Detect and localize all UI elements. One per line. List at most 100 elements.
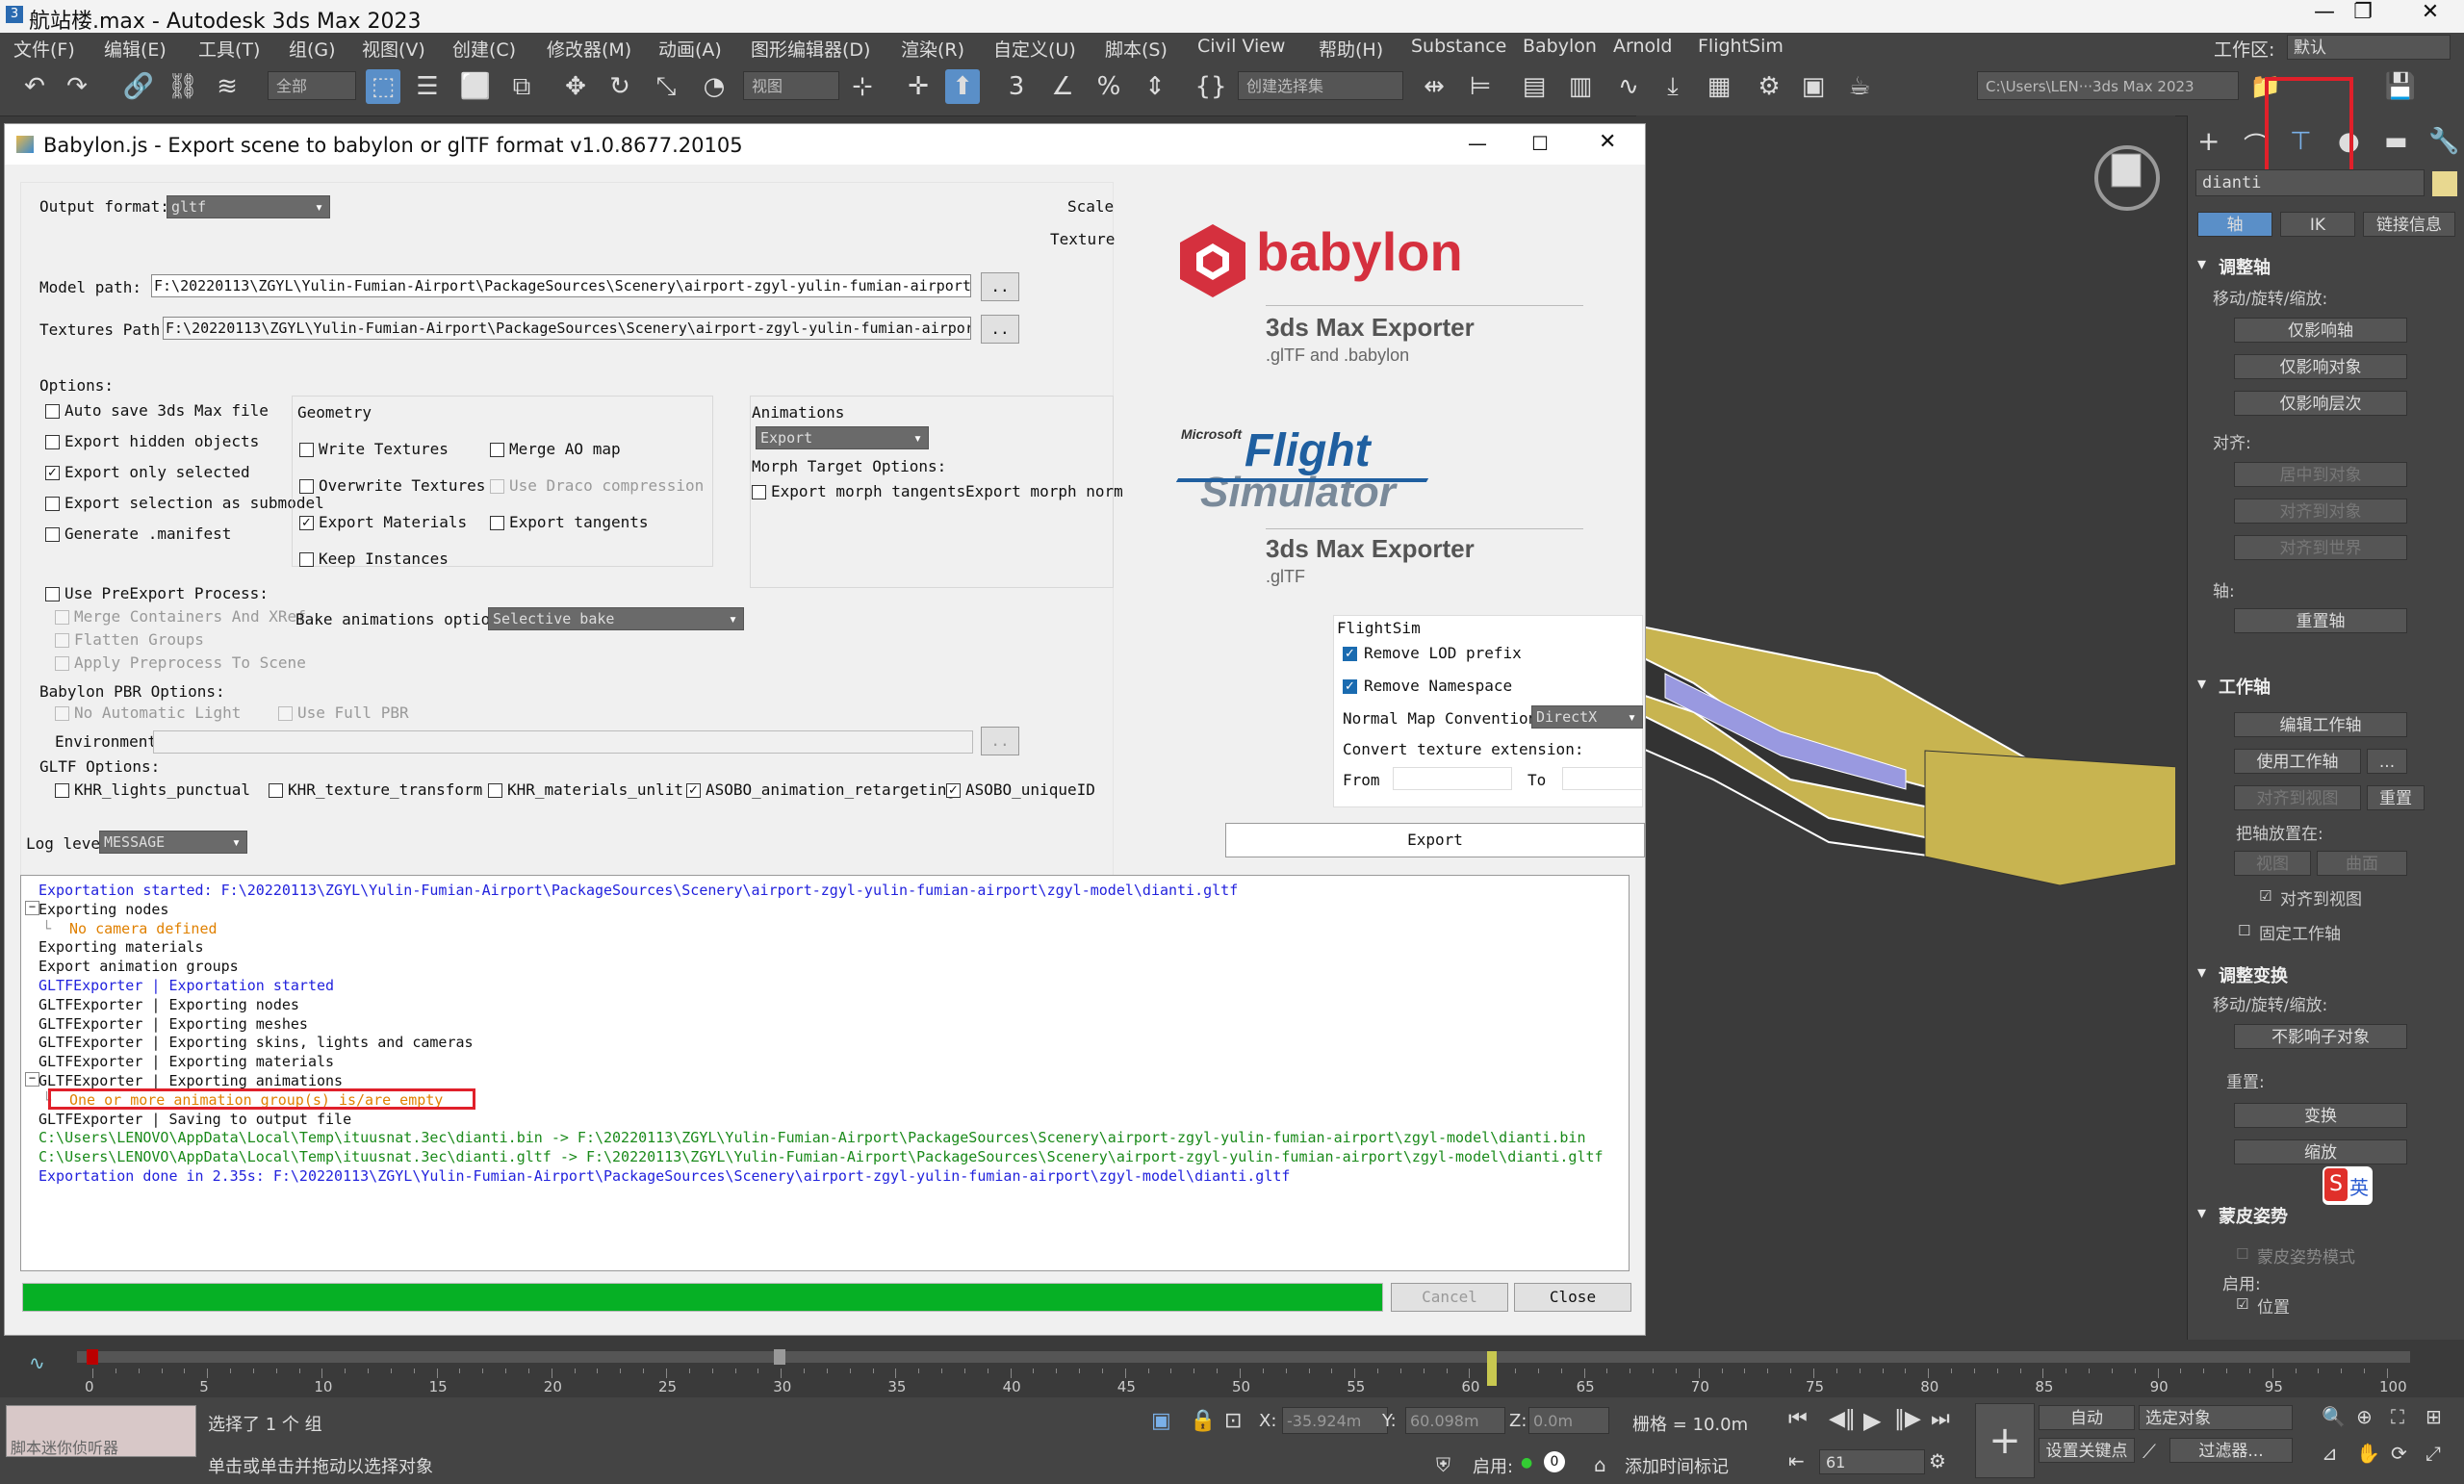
to-extension-input[interactable] xyxy=(1562,767,1643,790)
skin-pose-mode-checkbox[interactable]: ☐ xyxy=(2236,1245,2248,1263)
align-to-world-button[interactable]: 对齐到世界 xyxy=(2234,535,2407,560)
affect-hierarchy-only-button[interactable]: 仅影响层次 xyxy=(2234,391,2407,416)
keyframe-marker[interactable] xyxy=(774,1349,785,1365)
object-name-field[interactable]: dianti xyxy=(2195,169,2425,196)
create-tab-icon[interactable]: + xyxy=(2197,125,2220,157)
align-to-view-button[interactable]: 对齐到视图 xyxy=(2234,785,2361,810)
tree-collapse-icon[interactable]: − xyxy=(25,900,39,915)
environment-browse-button[interactable]: .. xyxy=(981,727,1019,755)
save-icon[interactable]: 💾 xyxy=(2383,69,2418,104)
asobo-anim-retargeting-checkbox[interactable]: ✓ xyxy=(686,783,701,798)
set-key-icon[interactable]: + xyxy=(1975,1403,2035,1478)
khr-lights-checkbox[interactable] xyxy=(55,783,69,798)
export-hidden-checkbox[interactable] xyxy=(45,435,60,449)
draco-compression-checkbox[interactable] xyxy=(490,479,504,494)
model-path-input[interactable]: F:\20220113\ZGYL\Yulin-Fumian-Airport\Pa… xyxy=(151,274,971,297)
menu-arnold[interactable]: Arnold xyxy=(1613,36,1672,57)
menu-scripting[interactable]: 脚本(S) xyxy=(1105,36,1168,62)
material-editor-icon[interactable]: ▦ xyxy=(1702,69,1736,104)
khr-texture-transform-checkbox[interactable] xyxy=(269,783,283,798)
scale-icon[interactable]: ⤡ xyxy=(649,69,683,104)
spinner-snap-icon[interactable]: ⇕ xyxy=(1138,69,1172,104)
rollout-arrow-icon[interactable]: ▾ xyxy=(2197,674,2206,694)
maximize-button[interactable]: ❐ xyxy=(2329,0,2397,24)
menu-substance[interactable]: Substance xyxy=(1411,36,1506,57)
link-icon[interactable]: 🔗 xyxy=(121,69,156,104)
ime-indicator[interactable]: S 英 xyxy=(2323,1166,2373,1205)
select-by-name-icon[interactable]: ☰ xyxy=(410,69,445,104)
rollout-arrow-icon[interactable]: ▾ xyxy=(2197,1203,2206,1223)
render-production-icon[interactable]: ☕ xyxy=(1842,69,1877,104)
skin-pose-header[interactable]: 蒙皮姿势 xyxy=(2219,1203,2288,1228)
timeline[interactable]: ∿ 0 5 10 15 20 25 30 35 40 45 50 55 60 65 70 75 80 85 90 95… xyxy=(0,1340,2464,1397)
tree-collapse-icon[interactable]: − xyxy=(25,1072,39,1087)
export-morph-tangents-checkbox[interactable] xyxy=(752,485,766,499)
working-pivot-options-button[interactable]: ... xyxy=(2367,749,2407,774)
isolate-selection-icon[interactable]: ▣ xyxy=(1151,1409,1171,1433)
export-button[interactable]: Export xyxy=(1225,823,1645,857)
link-info-tab[interactable]: 链接信息 xyxy=(2363,212,2455,237)
flatten-groups-checkbox[interactable] xyxy=(55,633,69,648)
write-textures-checkbox[interactable] xyxy=(299,443,314,457)
position-checkbox[interactable]: ☑ xyxy=(2236,1295,2248,1313)
dialog-minimize-button[interactable]: — xyxy=(1468,132,1487,155)
reset-scale-button[interactable]: 缩放 xyxy=(2234,1139,2407,1164)
orbit-icon[interactable]: ⟳ xyxy=(2391,1442,2407,1465)
display-tab-icon[interactable]: ▬ xyxy=(2384,127,2408,156)
output-format-dropdown[interactable]: gltf xyxy=(167,195,330,218)
reference-coordinate-dropdown[interactable]: 视图 xyxy=(743,71,839,100)
align-icon[interactable]: ⊨ xyxy=(1463,69,1498,104)
menu-view[interactable]: 视图(V) xyxy=(362,36,425,62)
selection-filter-dropdown[interactable]: 全部 xyxy=(268,71,356,100)
time-configuration-icon[interactable]: ⚙ xyxy=(1929,1449,1946,1472)
menu-flightsim[interactable]: FlightSim xyxy=(1698,36,1784,57)
bind-spacewarp-icon[interactable]: ≋ xyxy=(210,69,244,104)
merge-containers-checkbox[interactable] xyxy=(55,610,69,625)
apply-preprocess-checkbox[interactable] xyxy=(55,656,69,671)
auto-key-button[interactable]: 自动 xyxy=(2039,1405,2135,1430)
cancel-button[interactable]: Cancel xyxy=(1391,1283,1508,1312)
no-auto-light-checkbox[interactable] xyxy=(55,706,69,721)
edit-working-pivot-button[interactable]: 编辑工作轴 xyxy=(2234,712,2407,737)
dont-affect-children-button[interactable]: 不影响子对象 xyxy=(2234,1024,2407,1049)
close-button[interactable]: ✕ xyxy=(2397,0,2464,24)
place-surface-button[interactable]: 曲面 xyxy=(2317,851,2407,876)
mirror-icon[interactable]: ⇹ xyxy=(1417,69,1451,104)
rotate-icon[interactable]: ↻ xyxy=(603,69,637,104)
key-filters-button[interactable]: 过滤器... xyxy=(2169,1438,2293,1463)
log-panel[interactable]: Exportation started: F:\20220113\ZGYL\Yu… xyxy=(20,875,1630,1271)
key-filters-icon[interactable]: ⟋ xyxy=(2143,1440,2156,1463)
y-coordinate-field[interactable]: 60.098m xyxy=(1405,1407,1505,1434)
percent-snap-icon[interactable]: % xyxy=(1091,69,1126,104)
reset-working-pivot-button[interactable]: 重置 xyxy=(2367,785,2425,810)
zoom-extents-all-icon[interactable]: ⊞ xyxy=(2426,1405,2442,1428)
move-icon[interactable]: ✥ xyxy=(558,69,593,104)
ik-tab[interactable]: IK xyxy=(2280,212,2355,237)
bake-animations-dropdown[interactable]: Selective bake xyxy=(488,607,744,630)
pivot-tab[interactable]: 轴 xyxy=(2197,212,2272,237)
schematic-view-icon[interactable]: ⤓ xyxy=(1656,69,1690,104)
adjust-pivot-header[interactable]: 调整轴 xyxy=(2219,254,2271,279)
object-color-swatch[interactable] xyxy=(2432,171,2457,196)
export-tangents-checkbox[interactable] xyxy=(490,516,504,530)
auto-save-checkbox[interactable] xyxy=(45,404,60,419)
affect-object-only-button[interactable]: 仅影响对象 xyxy=(2234,354,2407,379)
textures-path-browse-button[interactable]: .. xyxy=(981,315,1019,344)
project-path-dropdown[interactable]: C:\Users\LEN···3ds Max 2023 xyxy=(1977,71,2239,100)
z-coordinate-field[interactable]: 0.0m xyxy=(1528,1407,1609,1434)
menu-civil-view[interactable]: Civil View xyxy=(1197,36,1285,57)
add-time-tag-label[interactable]: 添加时间标记 xyxy=(1625,1453,1729,1478)
time-tag-icon[interactable]: ⌂ xyxy=(1594,1453,1606,1476)
export-materials-checkbox[interactable]: ✓ xyxy=(299,516,314,530)
render-setup-icon[interactable]: ⚙ xyxy=(1752,69,1786,104)
use-working-pivot-button[interactable]: 使用工作轴 xyxy=(2234,749,2361,774)
overwrite-textures-checkbox[interactable] xyxy=(299,479,314,494)
from-extension-input[interactable] xyxy=(1393,767,1512,790)
set-key-button[interactable]: 设置关键点 xyxy=(2039,1438,2135,1463)
menu-modifiers[interactable]: 修改器(M) xyxy=(547,36,631,62)
menu-customize[interactable]: 自定义(U) xyxy=(993,36,1076,62)
generate-manifest-checkbox[interactable] xyxy=(45,527,60,542)
use-full-pbr-checkbox[interactable] xyxy=(278,706,293,721)
reset-transform-button[interactable]: 变换 xyxy=(2234,1103,2407,1128)
placement-icon[interactable]: ◔ xyxy=(697,69,732,104)
